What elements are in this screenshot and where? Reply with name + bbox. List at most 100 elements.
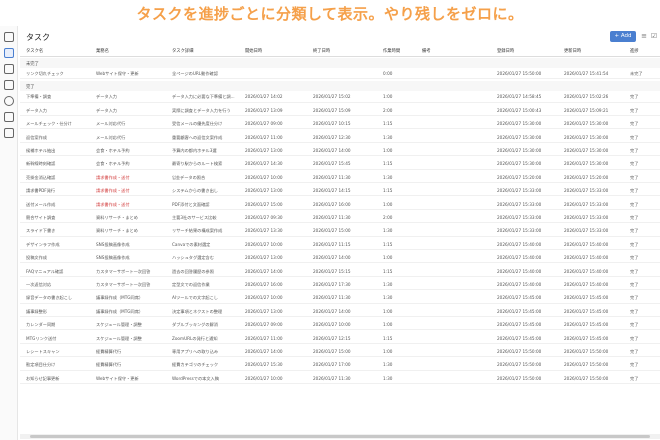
column-header[interactable]: 終了日時 <box>313 48 330 54</box>
add-button[interactable]: + Add <box>610 31 636 42</box>
table-row[interactable]: 候補ホテル抽出 会食・ホテル予約 予算内の都内ホテル3選 2026/01/27 13:… <box>20 145 660 157</box>
cell-start: 2026/01/27 14:00 <box>245 268 283 274</box>
cell-status: 完了 <box>630 375 639 381</box>
cell-start: 2026/01/27 13:00 <box>245 255 283 261</box>
table-row[interactable]: 送付メール作成 請求書作成・送付 PDF添付と文面確認 2026/01/27 15:0… <box>20 199 660 210</box>
table-row[interactable]: レシートスキャン 経費精算代行 専用アプリへの取り込み 2026/01/27 14:0… <box>20 346 660 358</box>
cell-status: 完了 <box>630 174 639 180</box>
table-row[interactable]: 競合サイト調査 資料リサーチ・まとめ 主要3社のサービス比較 2026/01/27 0… <box>20 212 660 224</box>
cell-created: 2026/01/27 14:58:45 <box>497 94 542 100</box>
column-header[interactable]: 作業時間 <box>383 48 400 54</box>
cell-name: 候補ホテル抽出 <box>26 148 56 153</box>
cell-updated: 2026/01/27 15:40:00 <box>564 282 609 287</box>
cell-updated: 2026/01/27 15:30:00 <box>564 121 609 127</box>
table-row[interactable]: データ入力 データ入力 実際に調査とデータ入力を行う 2026/01/27 13:09… <box>20 105 660 116</box>
cell-detail: PDF添付と文面確認 <box>172 201 210 207</box>
cell-end: 2026/01/27 14:00 <box>313 148 351 153</box>
cell-detail: 重要顧客への返信文案作成 <box>172 134 223 140</box>
calendar-icon[interactable] <box>4 32 14 42</box>
column-header[interactable]: タスク詳細 <box>172 48 193 54</box>
cell-updated: 2026/01/27 15:45:00 <box>564 295 609 301</box>
cell-detail: 입金データの照合 <box>172 174 206 180</box>
column-header[interactable]: 業務名 <box>96 48 109 54</box>
horizontal-scrollbar[interactable] <box>20 434 660 439</box>
cell-name: 録音データの書き起こし <box>26 295 73 301</box>
cell-updated: 2026/01/27 15:45:00 <box>564 308 609 314</box>
column-header[interactable]: 備考 <box>422 48 431 54</box>
cell-name: スライド下書き <box>26 228 56 234</box>
table-row[interactable]: 議事録整形 議事録作成（MTG同席） 決定事項とネクストの整理 2026/01/27 … <box>20 306 660 317</box>
table-row[interactable]: 一次返信対応 カスタマーサポート一次回答 定型文での返信作業 2026/01/27 1… <box>20 279 660 291</box>
users-icon[interactable] <box>4 64 14 74</box>
cell-end: 2026/01/27 15:02 <box>313 94 351 100</box>
cell-detail: 専用アプリへの取り込み <box>172 349 219 354</box>
table-row[interactable]: 売掛金消込確認 請求書作成・送付 입金データの照合 2026/01/27 10:00 2… <box>20 172 660 183</box>
table-row[interactable]: スライド下書き 資料リサーチ・まとめ リサーチ結果の構成案作成 2026/01/27 … <box>20 225 660 237</box>
scrollbar-thumb[interactable] <box>30 435 650 438</box>
cell-updated: 2026/01/27 15:50:00 <box>564 375 609 381</box>
cell-detail: 主要3社のサービス比較 <box>172 215 217 220</box>
cell-created: 2026/01/27 15:40:00 <box>497 282 542 287</box>
table-row[interactable]: カレンダー同期 スケジュール管理・調整 ダブルブッキングの解消 2026/01/27 … <box>20 319 660 331</box>
table-row[interactable]: 新幹線時刻確認 会食・ホテル予約 最寄り駅からのルート検索 2026/01/27 14… <box>20 158 660 170</box>
cell-updated: 2026/01/27 15:30:00 <box>564 134 609 140</box>
cell-time: 1:30 <box>383 375 393 381</box>
cell-job: メール対応代行 <box>96 121 126 127</box>
cell-end: 2026/01/27 11:30 <box>313 215 351 220</box>
cell-updated: 2026/01/27 15:33:00 <box>564 201 609 207</box>
table-row[interactable]: デザインラフ作成 SNS投稿画像作成 Canvaでの素材選定 2026/01/27 1… <box>20 239 660 250</box>
cell-time: 1:30 <box>383 228 393 234</box>
cell-updated: 2026/01/27 15:50:00 <box>564 362 609 368</box>
table-row[interactable]: お知らせ記事更新 Webサイト保守・更新 WordPressでの本文入稿 2026/0… <box>20 373 660 384</box>
group-label: 未完了 <box>26 62 39 67</box>
chart-icon[interactable] <box>4 80 14 90</box>
cell-time: 1:30 <box>383 362 393 368</box>
column-header[interactable]: 進捗 <box>630 48 639 54</box>
grid-icon[interactable] <box>4 128 14 138</box>
cell-time: 1:30 <box>383 295 393 301</box>
cell-name: 売掛金消込確認 <box>26 174 56 180</box>
cell-time: 1:15 <box>383 121 393 127</box>
checkbox-icon[interactable]: ☑ <box>650 32 658 40</box>
column-header[interactable]: 開始日時 <box>245 48 262 54</box>
cell-end: 2026/01/27 15:09 <box>313 107 351 113</box>
table-row[interactable]: 下準備・調査 データ入力 データ入力に必要な下準備と調... 2026/01/27 1… <box>20 91 660 103</box>
clock-icon[interactable] <box>4 96 14 106</box>
cell-updated: 2026/01/27 15:02:26 <box>564 94 609 100</box>
table-row[interactable]: 勘定項目仕分け 経費精算代行 経費カテゴリのチェック 2026/01/27 15:30… <box>20 359 660 371</box>
table-row[interactable]: 請求書PDF発行 請求書作成・送付 システムからの書き出し 2026/01/27 13… <box>20 185 660 197</box>
group-header[interactable]: 未完了 <box>20 58 660 68</box>
cell-created: 2026/01/27 15:45:00 <box>497 322 542 328</box>
cell-end: 2026/01/27 15:00 <box>313 228 351 234</box>
column-header[interactable]: タスク名 <box>26 48 43 54</box>
cell-time: 2:00 <box>383 215 393 220</box>
cell-status: 完了 <box>630 241 639 247</box>
list-icon[interactable] <box>4 48 14 58</box>
cell-time: 1:30 <box>383 134 393 140</box>
column-header[interactable]: 登録日時 <box>497 48 514 54</box>
table-row[interactable]: MTGリンク送付 スケジュール管理・調整 ZoomURLの発行と通知 2026/01/… <box>20 333 660 344</box>
cell-created: 2026/01/27 15:33:00 <box>497 215 542 220</box>
cell-created: 2026/01/27 15:40:00 <box>497 268 542 274</box>
filter-icon[interactable]: ≡ <box>640 32 648 40</box>
table-row[interactable]: 録音データの書き起こし 議事録作成（MTG同席） AIツールでの文字起こし 2026/… <box>20 292 660 304</box>
page-title: タスク <box>26 33 50 42</box>
table-row[interactable]: FAQマニュアル確認 カスタマーサポート一次回答 過去の回答履歴の参照 2026/01… <box>20 266 660 277</box>
table-row[interactable]: 返信案作成 メール対応代行 重要顧客への返信文案作成 2026/01/27 11:00… <box>20 132 660 143</box>
cell-job: 経費精算代行 <box>96 349 122 354</box>
cell-job: 請求書作成・送付 <box>96 188 130 194</box>
cell-end: 2026/01/27 10:00 <box>313 322 351 328</box>
cell-name: 新幹線時刻確認 <box>26 161 56 167</box>
table-row[interactable]: 投稿文作成 SNS投稿画像作成 ハッシュタグ選定含む 2026/01/27 13:00… <box>20 252 660 264</box>
cell-created: 2026/01/27 15:30:00 <box>497 121 542 127</box>
group-header[interactable]: 完了 <box>20 81 660 92</box>
table-row[interactable]: メールチェック・仕分け メール対応代行 受信メールの優先度仕分け 2026/01/27… <box>20 118 660 130</box>
cell-name: リンク切れチェック <box>26 71 64 76</box>
table-row[interactable]: リンク切れチェック Webサイト保守・更新 全ページのURL動作確認 0:00 2026… <box>20 68 660 80</box>
cell-end: 2026/01/27 14:00 <box>313 255 351 261</box>
cell-time: 1:15 <box>383 188 393 194</box>
cell-start: 2026/01/27 13:00 <box>245 308 283 314</box>
column-header[interactable]: 更新日時 <box>564 48 581 54</box>
message-icon[interactable] <box>4 112 14 122</box>
cell-updated: 2026/01/27 15:45:00 <box>564 335 609 341</box>
